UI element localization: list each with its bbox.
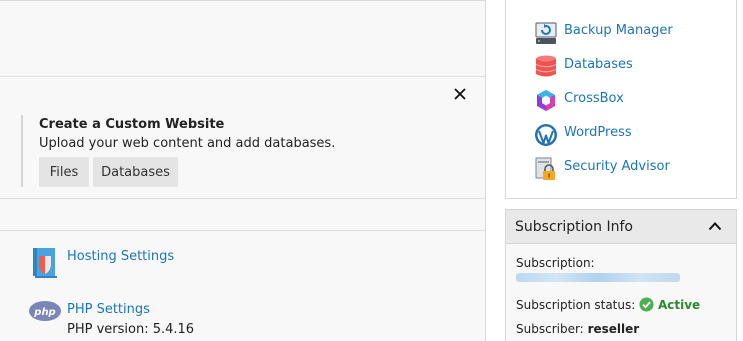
files-button[interactable]: Files xyxy=(39,157,89,187)
tool-item-databases[interactable]: Databases xyxy=(506,52,736,80)
divider xyxy=(0,198,485,199)
check-circle-icon xyxy=(639,297,654,312)
promo-title: Create a Custom Website xyxy=(39,117,225,132)
subscription-label: Subscription: xyxy=(516,256,595,270)
subscriber-value: reseller xyxy=(587,322,640,336)
tool-item-wordpress[interactable]: WordPress xyxy=(506,120,736,148)
subscription-info-title: Subscription Info xyxy=(515,219,633,235)
security-advisor-icon xyxy=(535,157,555,180)
crossbox-icon xyxy=(537,90,555,111)
tool-label: Backup Manager xyxy=(564,23,673,38)
divider xyxy=(0,230,485,231)
hosting-settings-icon xyxy=(33,248,57,278)
subscription-status-label: Subscription status: xyxy=(516,298,636,312)
hosting-settings-link[interactable]: Hosting Settings xyxy=(67,249,174,264)
wordpress-icon xyxy=(535,124,557,146)
close-icon[interactable] xyxy=(452,86,468,102)
subscription-link[interactable] xyxy=(516,273,680,282)
subscription-info-header[interactable]: Subscription Info xyxy=(506,210,736,244)
chevron-up-icon[interactable] xyxy=(708,221,722,231)
svg-text:php: php xyxy=(33,307,55,318)
tool-label: CrossBox xyxy=(564,91,624,106)
subscription-status: Subscription status: Active xyxy=(516,297,700,312)
tool-item-security-advisor[interactable]: Security Advisor xyxy=(506,154,736,182)
databases-button[interactable]: Databases xyxy=(93,157,178,187)
tool-item-backup-manager[interactable]: Backup Manager xyxy=(506,18,736,46)
promo-accent-bar xyxy=(21,115,23,187)
subscriber: Subscriber: reseller xyxy=(516,322,639,336)
backup-manager-icon xyxy=(535,22,557,44)
php-icon: php xyxy=(29,301,61,321)
tools-panel: Backup Manager Databases CrossBox WordPr… xyxy=(505,0,737,199)
subscriber-label: Subscriber: xyxy=(516,322,584,336)
divider xyxy=(0,76,485,77)
databases-icon xyxy=(535,55,557,77)
tool-label: WordPress xyxy=(564,125,632,140)
php-settings-link[interactable]: PHP Settings xyxy=(67,302,150,317)
tool-label: Databases xyxy=(564,57,633,72)
subscription-status-value: Active xyxy=(657,298,701,312)
tool-item-crossbox[interactable]: CrossBox xyxy=(506,86,736,114)
php-version: PHP version: 5.4.16 xyxy=(67,322,195,337)
promo-subtitle: Upload your web content and add database… xyxy=(39,136,336,151)
tool-label: Security Advisor xyxy=(564,159,670,174)
